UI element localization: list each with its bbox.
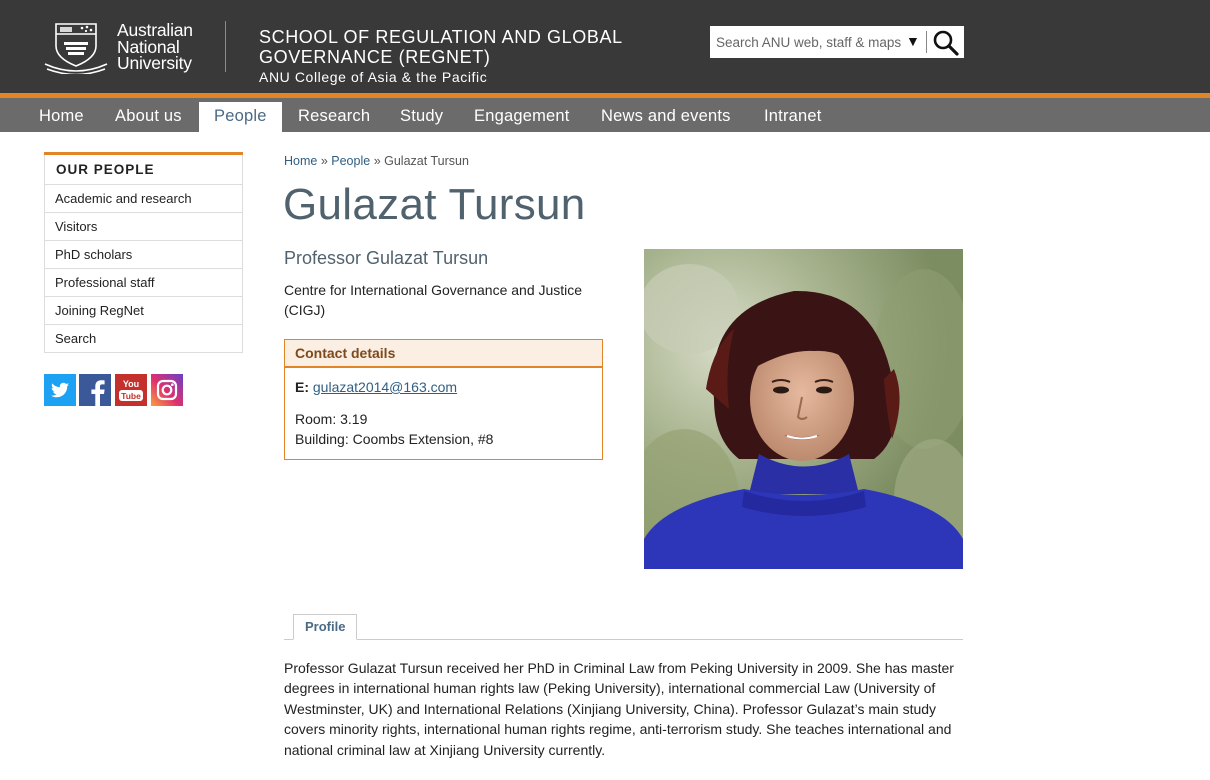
sidebar-item-phd-scholars[interactable]: PhD scholars [44,241,243,269]
sidebar-item-search[interactable]: Search [44,325,243,353]
nav-item-intranet[interactable]: Intranet [749,98,837,132]
tab-profile[interactable]: Profile [293,614,358,640]
header-divider [225,21,226,72]
breadcrumb-separator: » [320,154,328,168]
instagram-icon[interactable] [151,374,183,406]
sidebar-heading[interactable]: OUR PEOPLE [44,155,243,185]
sidebar-item-visitors[interactable]: Visitors [44,213,243,241]
email-row: E: gulazat2014@163.com [295,379,602,399]
site-title-line2: GOVERNANCE (REGNET) [259,47,491,67]
main-nav: Home About us People Research Study Enga… [0,98,1210,132]
search-separator [926,31,927,53]
profile-bio: Professor Gulazat Tursun received her Ph… [284,660,954,758]
nav-item-study[interactable]: Study [385,98,458,132]
nav-item-engagement[interactable]: Engagement [459,98,585,132]
anu-crest-icon [44,23,108,74]
contact-details-heading: Contact details [285,340,602,368]
nav-item-people[interactable]: People [199,102,282,132]
nav-item-research[interactable]: Research [283,98,385,132]
twitter-icon[interactable] [44,374,76,406]
site-title[interactable]: SCHOOL OF REGULATION AND GLOBAL GOVERNAN… [259,27,623,86]
youtube-logo-text: Tube [121,391,141,401]
university-name-line: University [117,53,192,73]
profile-centre: Centre for International Governance and … [284,282,583,318]
university-name: Australian National University [117,22,193,72]
search-button[interactable] [931,28,961,56]
facebook-icon[interactable] [79,374,111,406]
search-scope-dropdown-icon[interactable]: ▼ [906,33,920,49]
profile-tabs: Profile [284,614,963,640]
sidebar-item-professional-staff[interactable]: Professional staff [44,269,243,297]
contact-details-box: Contact details E: gulazat2014@163.com R… [284,339,603,460]
search-input[interactable] [710,26,902,58]
youtube-icon[interactable]: You Tube [115,374,147,406]
room-info: Room: 3.19 Building: Coombs Extension, #… [295,409,602,449]
nav-item-home[interactable]: Home [24,98,99,132]
sidebar: OUR PEOPLE Academic and research Visitor… [44,152,243,353]
youtube-logo-text: You [123,379,139,389]
site-header: Australian National University SCHOOL OF… [0,0,1210,93]
room-number: Room: 3.19 [295,411,368,427]
breadcrumb-current: Gulazat Tursun [384,154,469,168]
breadcrumb-separator: » [373,154,381,168]
building-name: Building: Coombs Extension, #8 [295,431,494,447]
breadcrumb-home-link[interactable]: Home [284,154,317,168]
search-box: ▼ [710,26,964,58]
college-name: ANU College of Asia & the Pacific [259,69,488,85]
search-icon [933,30,959,56]
sidebar-item-academic-and-research[interactable]: Academic and research [44,185,243,213]
profile-title: Professor Gulazat Tursun [284,248,489,268]
email-label: E: [295,379,309,395]
sidebar-item-joining-regnet[interactable]: Joining RegNet [44,297,243,325]
breadcrumb: Home » People » Gulazat Tursun [284,154,469,168]
nav-item-news-and-events[interactable]: News and events [586,98,746,132]
anu-logo[interactable]: Australian National University [42,18,197,76]
nav-item-about-us[interactable]: About us [100,98,197,132]
email-link[interactable]: gulazat2014@163.com [313,379,457,395]
breadcrumb-people-link[interactable]: People [331,154,370,168]
site-title-line1: SCHOOL OF REGULATION AND GLOBAL [259,27,623,47]
profile-photo [644,249,963,569]
contact-details-body: E: gulazat2014@163.com Room: 3.19 Buildi… [285,368,602,449]
page-title: Gulazat Tursun [283,180,586,229]
